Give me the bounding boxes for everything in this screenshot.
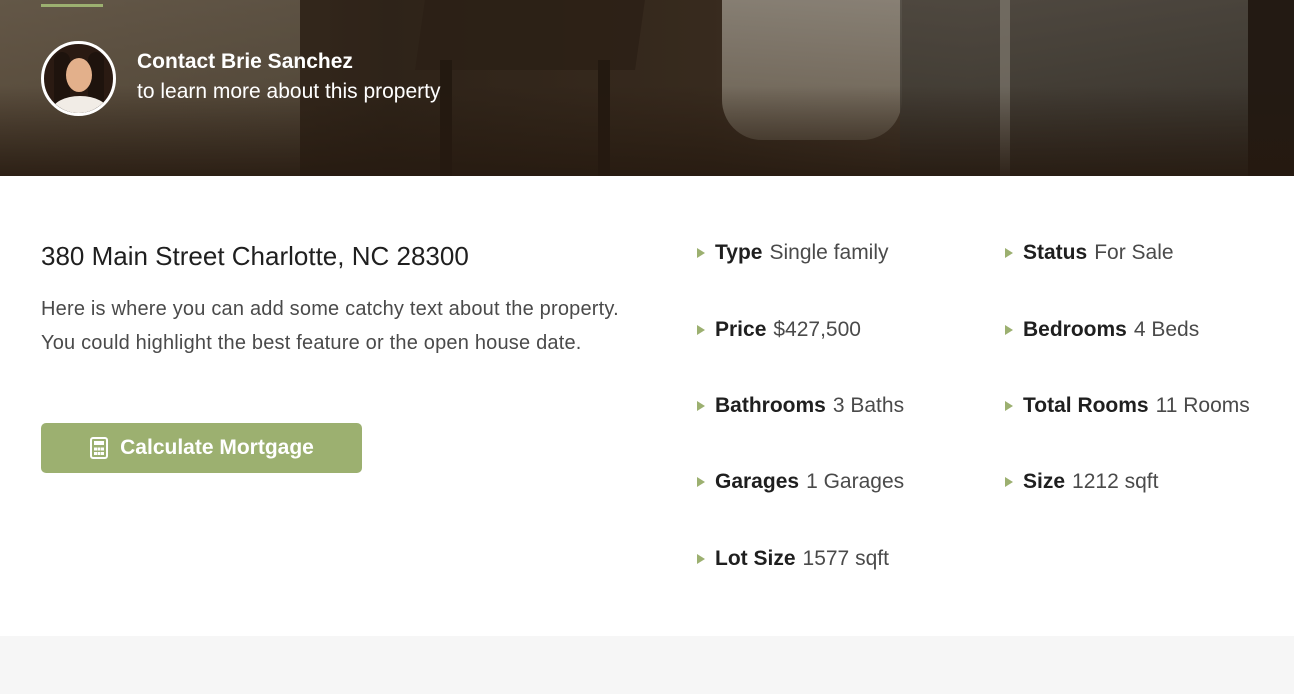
footer-band xyxy=(0,636,1294,694)
feature-value: 4 Beds xyxy=(1133,318,1200,341)
property-description: Here is where you can add some catchy te… xyxy=(41,298,619,354)
feature-label: Bedrooms xyxy=(1023,318,1127,341)
feature-label: Bathrooms xyxy=(715,394,826,417)
feature-status: Status For Sale xyxy=(1005,236,1174,270)
feature-value: 1 Garages xyxy=(806,470,905,493)
feature-value: Single family xyxy=(769,241,889,264)
feature-label: Size xyxy=(1023,470,1066,493)
contact-text: Contact Brie Sanchez to learn more about… xyxy=(137,49,441,109)
feature-value: 1577 sqft xyxy=(802,547,889,570)
avatar-face xyxy=(66,58,92,92)
agent-contact[interactable]: Contact Brie Sanchez to learn more about… xyxy=(41,41,441,116)
feature-bedrooms: Bedrooms 4 Beds xyxy=(1005,313,1199,347)
bullet-icon xyxy=(697,554,705,564)
feature-type: Type Single family xyxy=(697,236,889,270)
feature-label: Status xyxy=(1023,241,1088,264)
hero-banner: Contact Brie Sanchez to learn more about… xyxy=(0,0,1294,176)
feature-value: 11 Rooms xyxy=(1155,394,1250,417)
feature-price: Price $427,500 xyxy=(697,313,861,347)
bullet-icon xyxy=(697,401,705,411)
feature-bathrooms: Bathrooms 3 Baths xyxy=(697,389,904,423)
bullet-icon xyxy=(1005,325,1013,335)
property-address: 380 Main Street Charlotte, NC 28300 xyxy=(41,241,469,271)
feature-value: For Sale xyxy=(1094,241,1174,264)
bullet-icon xyxy=(697,477,705,487)
feature-total-rooms: Total Rooms 11 Rooms xyxy=(1005,389,1250,423)
contact-subtitle: to learn more about this property xyxy=(137,79,441,103)
calculate-mortgage-label: Calculate Mortgage xyxy=(120,436,314,459)
bullet-icon xyxy=(1005,248,1013,258)
feature-value: 3 Baths xyxy=(832,394,905,417)
calculate-mortgage-button[interactable]: Calculate Mortgage xyxy=(41,423,362,473)
feature-lot-size: Lot Size 1577 sqft xyxy=(697,542,889,576)
calculator-icon xyxy=(89,437,109,459)
bullet-icon xyxy=(697,325,705,335)
feature-label: Lot Size xyxy=(715,547,796,570)
feature-label: Type xyxy=(715,241,763,264)
feature-label: Total Rooms xyxy=(1023,394,1149,417)
bullet-icon xyxy=(697,248,705,258)
feature-size: Size 1212 sqft xyxy=(1005,465,1158,499)
contact-agent-name[interactable]: Contact Brie Sanchez xyxy=(137,49,441,75)
bullet-icon xyxy=(1005,401,1013,411)
feature-value: $427,500 xyxy=(773,318,861,341)
agent-avatar[interactable] xyxy=(41,41,116,116)
feature-garages: Garages 1 Garages xyxy=(697,465,904,499)
feature-value: 1212 sqft xyxy=(1072,470,1159,493)
feature-label: Garages xyxy=(715,470,800,493)
feature-label: Price xyxy=(715,318,767,341)
bullet-icon xyxy=(1005,477,1013,487)
accent-line xyxy=(41,4,103,7)
